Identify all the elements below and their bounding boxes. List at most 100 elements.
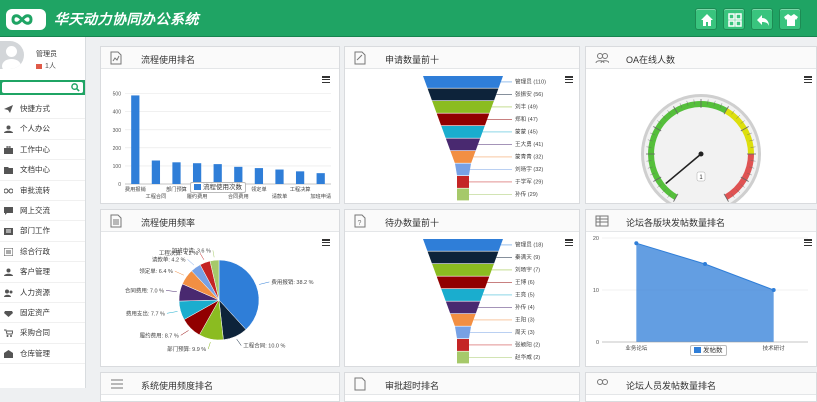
sidebar-item-10[interactable]: 固定资产 bbox=[0, 303, 85, 324]
sidebar-menu: 快捷方式个人办公工作中心文档中心审批流转网上交流部门工作综合行政客户管理人力资源… bbox=[0, 99, 85, 365]
avatar[interactable] bbox=[0, 41, 24, 69]
sidebar-item-3[interactable]: 文档中心 bbox=[0, 160, 85, 181]
pie-label: 合同费用: 7.0 % bbox=[125, 286, 164, 294]
chart-legend[interactable]: 发帖数 bbox=[690, 345, 727, 356]
sidebar-item-label: 部门工作 bbox=[20, 226, 50, 236]
funnel-label: 张颖阳 (2) bbox=[515, 340, 540, 348]
panel-title: 待办数量前十 bbox=[385, 218, 440, 228]
funnel-segment bbox=[457, 351, 469, 364]
sidebar-item-label: 审批流转 bbox=[20, 185, 50, 195]
x-tick-label: 工程决算 bbox=[290, 185, 311, 193]
sidebar-item-label: 人力资源 bbox=[20, 287, 50, 297]
funnel-segment bbox=[445, 301, 481, 314]
y-tick-label: 200 bbox=[113, 146, 122, 152]
send-icon bbox=[4, 105, 13, 113]
y-tick-label: 0 bbox=[596, 340, 599, 346]
pie-label: 工程合同: 10.0 % bbox=[243, 342, 285, 350]
sidebar-item-1[interactable]: 个人办公 bbox=[0, 119, 85, 140]
svg-text:?: ? bbox=[358, 220, 362, 227]
funnel-label: 周天 (3) bbox=[515, 329, 535, 336]
back-button[interactable] bbox=[751, 8, 773, 30]
panel-todo-top10: ? 待办数量前十 管理员 (18) 秦满天 (9) 刘旸宇 (7) 王博 (6) 王亮 (… bbox=[344, 209, 580, 367]
sidebar-item-label: 采购合同 bbox=[20, 328, 50, 338]
sidebar-item-9[interactable]: 人力资源 bbox=[0, 283, 85, 303]
question-doc-icon: ? bbox=[354, 214, 366, 228]
funnel-segment bbox=[436, 113, 490, 126]
funnel-segment bbox=[450, 151, 476, 163]
funnel-label: 刘旸宇 (32) bbox=[515, 165, 543, 173]
grid-button[interactable] bbox=[723, 8, 745, 30]
home-button[interactable] bbox=[695, 8, 717, 30]
funnel-label: 孙传 (4) bbox=[515, 303, 535, 311]
panel-process-ranking: 流程使用排名 0100200300400500费用报销工程合同部门预算履约费用费… bbox=[100, 46, 340, 204]
panel-title: 审批超时排名 bbox=[385, 381, 440, 391]
panel-system-usage: 系统使用频度排名 bbox=[100, 372, 340, 402]
sidebar-item-0[interactable]: 快捷方式 bbox=[0, 99, 85, 120]
leader-line bbox=[174, 270, 184, 276]
panel-title: 流程使用频率 bbox=[141, 218, 196, 228]
panel-title: 论坛人员发帖数量排名 bbox=[626, 381, 717, 391]
sidebar-item-5[interactable]: 网上交流 bbox=[0, 201, 85, 222]
list-icon bbox=[111, 379, 123, 389]
panel-title: 申请数量前十 bbox=[385, 55, 440, 65]
edit-doc-icon bbox=[354, 51, 366, 65]
funnel-label: 王阳 (3) bbox=[515, 315, 535, 323]
panel-title: OA在线人数 bbox=[626, 55, 676, 65]
sidebar-item-label: 固定资产 bbox=[20, 307, 50, 317]
y-tick-label: 400 bbox=[113, 110, 122, 116]
funnel-segment bbox=[457, 188, 469, 201]
funnel-label: 孙传 (29) bbox=[515, 190, 538, 198]
flow-icon bbox=[4, 188, 13, 194]
sidebar-item-8[interactable]: 客户管理 bbox=[0, 262, 85, 283]
search-bar bbox=[0, 80, 85, 95]
panel-forum-users: 论坛人员发帖数量排名 bbox=[585, 372, 817, 402]
funnel-label: 王亮 (5) bbox=[515, 290, 535, 298]
sidebar-item-label: 网上交流 bbox=[20, 205, 50, 215]
area-fill bbox=[636, 243, 774, 342]
y-tick-label: 20 bbox=[593, 236, 599, 242]
x-tick-label: 履约费用 bbox=[187, 192, 208, 200]
grid-icon bbox=[728, 13, 742, 27]
x-tick-label: 技术研讨 bbox=[763, 344, 786, 352]
x-tick-label: 业务论坛 bbox=[625, 344, 648, 352]
top-bar: 华天动力协同办公系统 bbox=[0, 0, 817, 37]
sidebar-item-12[interactable]: 仓库管理 bbox=[0, 344, 85, 365]
sidebar-item-label: 个人办公 bbox=[20, 124, 50, 134]
funnel-label: 王博 (6) bbox=[515, 278, 535, 286]
user-box: 管理员 1人 bbox=[0, 37, 85, 77]
home-icon bbox=[701, 14, 713, 26]
sidebar-item-2[interactable]: 工作中心 bbox=[0, 140, 85, 161]
skin-button[interactable] bbox=[779, 8, 801, 30]
bar bbox=[192, 163, 202, 184]
leader-line bbox=[259, 281, 270, 285]
funnel-segment bbox=[427, 88, 499, 101]
sidebar-item-11[interactable]: 采购合同 bbox=[0, 323, 85, 344]
bar bbox=[131, 95, 140, 184]
admin-icon bbox=[4, 247, 13, 256]
funnel-label: 蒙蒙 (45) bbox=[515, 127, 538, 135]
sidebar-item-label: 客户管理 bbox=[20, 267, 50, 277]
sidebar-item-label: 文档中心 bbox=[20, 165, 50, 175]
table-icon bbox=[595, 215, 609, 227]
search-icon[interactable] bbox=[71, 83, 80, 92]
funnel-segment bbox=[457, 339, 469, 351]
bar bbox=[172, 162, 181, 184]
search-input[interactable] bbox=[2, 82, 83, 93]
chart-legend[interactable]: 流程使用次数 bbox=[190, 182, 246, 193]
x-tick-label: 工程合同 bbox=[146, 192, 167, 200]
funnel-label: 管理员 (110) bbox=[515, 77, 546, 85]
panel-online-users: OA在线人数 1 bbox=[585, 46, 817, 204]
users-icon bbox=[597, 379, 608, 385]
funnel-label: 于学军 (29) bbox=[515, 177, 543, 185]
sidebar-item-6[interactable]: 部门工作 bbox=[0, 221, 85, 242]
sidebar-item-7[interactable]: 综合行政 bbox=[0, 242, 85, 263]
funnel-segment bbox=[427, 251, 499, 264]
leader-line bbox=[187, 259, 195, 266]
doc-icon bbox=[110, 214, 122, 228]
pie-label: 费用报销: 38.2 % bbox=[271, 278, 313, 286]
sidebar-item-4[interactable]: 审批流转 bbox=[0, 181, 85, 201]
pie-label: 领定单: 6.4 % bbox=[139, 267, 173, 275]
x-tick-label: 部门预算 bbox=[166, 185, 187, 193]
sidebar-item-label: 仓库管理 bbox=[20, 348, 50, 358]
funnel-segment bbox=[445, 138, 481, 151]
